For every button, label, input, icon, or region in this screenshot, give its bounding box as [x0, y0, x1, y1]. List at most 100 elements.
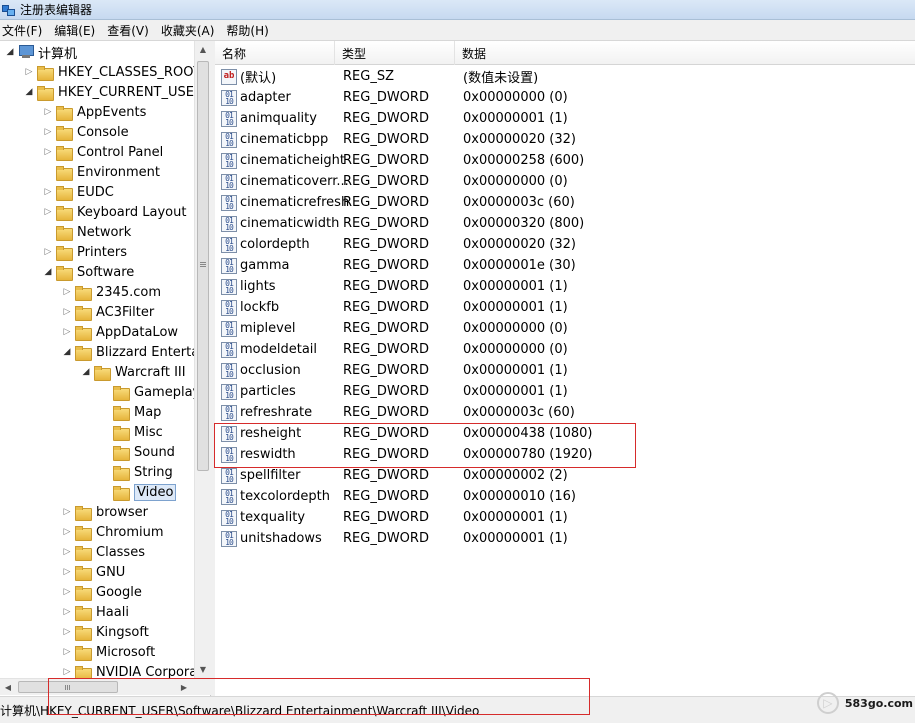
value-data: 0x00000001 (1) — [463, 111, 568, 126]
collapsed-arrow-icon[interactable]: ▷ — [61, 562, 73, 582]
value-row[interactable]: 01 10 cinematicheight REG_DWORD 0x00000258 (… — [215, 150, 915, 171]
column-type[interactable]: 类型 — [335, 41, 455, 65]
menu-file[interactable]: 文件(F) — [0, 22, 48, 39]
tree-item[interactable]: Map — [99, 402, 161, 422]
scroll-down-arrow-icon[interactable]: ▼ — [195, 661, 211, 678]
value-row[interactable]: 01 10 adapter REG_DWORD 0x00000000 (0) — [215, 87, 915, 108]
collapsed-arrow-icon[interactable]: ▷ — [61, 642, 73, 662]
tree-item[interactable]: Network — [42, 222, 131, 242]
folder-icon — [75, 325, 92, 341]
collapsed-arrow-icon[interactable]: ▷ — [42, 122, 54, 142]
tree-item[interactable]: ◢ Blizzard Entertai — [61, 342, 203, 362]
scroll-left-arrow-icon[interactable]: ◀ — [0, 679, 16, 696]
tree-item[interactable]: ▷ EUDC — [42, 182, 114, 202]
collapsed-arrow-icon[interactable]: ▷ — [23, 62, 35, 82]
tree-item[interactable]: ▷ 2345.com — [61, 282, 161, 302]
expanded-arrow-icon[interactable]: ◢ — [42, 262, 54, 282]
value-row[interactable]: 01 10 lights REG_DWORD 0x00000001 (1) — [215, 276, 915, 297]
collapsed-arrow-icon[interactable]: ▷ — [61, 322, 73, 342]
tree-item[interactable]: Sound — [99, 442, 175, 462]
tree-item[interactable]: ▷ browser — [61, 502, 148, 522]
tree-item[interactable]: ▷ Control Panel — [42, 142, 163, 162]
tree-item[interactable]: Video — [99, 482, 177, 502]
tree-vertical-scrollbar[interactable]: ▲ ▼ — [194, 41, 211, 678]
value-row[interactable]: 01 10 miplevel REG_DWORD 0x00000000 (0) — [215, 318, 915, 339]
column-name[interactable]: 名称 — [215, 41, 335, 65]
value-row[interactable]: 01 10 lockfb REG_DWORD 0x00000001 (1) — [215, 297, 915, 318]
tree-item[interactable]: ▷ Chromium — [61, 522, 164, 542]
value-row[interactable]: 01 10 cinematicrefresh REG_DWORD 0x0000003c … — [215, 192, 915, 213]
menu-edit[interactable]: 编辑(E) — [52, 22, 101, 39]
collapsed-arrow-icon[interactable]: ▷ — [61, 522, 73, 542]
value-row[interactable]: ab (默认) REG_SZ (数值未设置) — [215, 66, 915, 87]
collapsed-arrow-icon[interactable]: ▷ — [42, 142, 54, 162]
tree-item[interactable]: Gameplay — [99, 382, 200, 402]
value-row[interactable]: 01 10 texcolordepth REG_DWORD 0x00000010 (16… — [215, 486, 915, 507]
menu-favorites[interactable]: 收藏夹(A) — [159, 22, 221, 39]
tree-item[interactable]: ▷ HKEY_CLASSES_ROOT — [23, 62, 201, 82]
tree-item[interactable]: ▷ GNU — [61, 562, 125, 582]
collapsed-arrow-icon[interactable]: ▷ — [61, 502, 73, 522]
tree-item[interactable]: Environment — [42, 162, 160, 182]
tree-item[interactable]: ▷ Haali — [61, 602, 129, 622]
tree-item[interactable]: ▷ AppDataLow — [61, 322, 178, 342]
collapsed-arrow-icon[interactable]: ▷ — [61, 602, 73, 622]
collapsed-arrow-icon[interactable]: ▷ — [61, 542, 73, 562]
tree-item[interactable]: ◢ 计算机 — [4, 42, 77, 62]
tree-item[interactable]: ▷ Google — [61, 582, 142, 602]
value-row[interactable]: 01 10 occlusion REG_DWORD 0x00000001 (1) — [215, 360, 915, 381]
value-row[interactable]: 01 10 refreshrate REG_DWORD 0x0000003c (60) — [215, 402, 915, 423]
tree-item[interactable]: ▷ AC3Filter — [61, 302, 154, 322]
column-data[interactable]: 数据 — [455, 41, 915, 65]
tree-scroll-thumb[interactable] — [197, 61, 209, 471]
expanded-arrow-icon[interactable]: ◢ — [61, 342, 73, 362]
tree-item[interactable]: ▷ Kingsoft — [61, 622, 149, 642]
tree-item-label: AppDataLow — [96, 324, 179, 340]
value-row[interactable]: 01 10 gamma REG_DWORD 0x0000001e (30) — [215, 255, 915, 276]
value-list[interactable]: 名称 类型 数据 ab (默认) REG_SZ (数值未设置) 01 10 adapter R… — [215, 41, 915, 696]
value-row[interactable]: 01 10 modeldetail REG_DWORD 0x00000000 (0) — [215, 339, 915, 360]
tree-item[interactable]: Misc — [99, 422, 163, 442]
tree-item[interactable]: ▷ Classes — [61, 542, 145, 562]
collapsed-arrow-icon[interactable]: ▷ — [61, 302, 73, 322]
tree-item[interactable]: ▷ Printers — [42, 242, 127, 262]
value-row[interactable]: 01 10 texquality REG_DWORD 0x00000001 (1) — [215, 507, 915, 528]
tree-item[interactable]: ◢ Software — [42, 262, 134, 282]
collapsed-arrow-icon[interactable]: ▷ — [61, 622, 73, 642]
value-name-cell: 01 10 cinematicwidth — [221, 213, 339, 234]
value-name-cell: 01 10 animquality — [221, 108, 317, 129]
folder-icon — [113, 445, 130, 461]
collapsed-arrow-icon[interactable]: ▷ — [42, 202, 54, 222]
collapsed-arrow-icon[interactable]: ▷ — [42, 182, 54, 202]
value-row[interactable]: 01 10 colordepth REG_DWORD 0x00000020 (32) — [215, 234, 915, 255]
tree-item[interactable]: ▷ Microsoft — [61, 642, 155, 662]
value-name-cell: 01 10 lockfb — [221, 297, 279, 318]
menu-help[interactable]: 帮助(H) — [224, 22, 274, 39]
collapsed-arrow-icon[interactable]: ▷ — [42, 102, 54, 122]
tree-item[interactable]: String — [99, 462, 173, 482]
folder-icon — [75, 605, 92, 621]
value-row[interactable]: 01 10 spellfilter REG_DWORD 0x00000002 (2) — [215, 465, 915, 486]
expanded-arrow-icon[interactable]: ◢ — [80, 362, 92, 382]
menu-view[interactable]: 查看(V) — [105, 22, 155, 39]
tree-item[interactable]: ◢ Warcraft III — [80, 362, 186, 382]
scroll-up-arrow-icon[interactable]: ▲ — [195, 41, 211, 58]
tree-item[interactable]: ◢ HKEY_CURRENT_USER — [23, 82, 203, 102]
value-row[interactable]: 01 10 unitshadows REG_DWORD 0x00000001 (1) — [215, 528, 915, 549]
value-row[interactable]: 01 10 cinematicoverr... REG_DWORD 0x00000000… — [215, 171, 915, 192]
expanded-arrow-icon[interactable]: ◢ — [4, 42, 16, 62]
collapsed-arrow-icon[interactable]: ▷ — [42, 242, 54, 262]
tree-item[interactable]: ▷ Console — [42, 122, 129, 142]
collapsed-arrow-icon[interactable]: ▷ — [61, 582, 73, 602]
collapsed-arrow-icon[interactable]: ▷ — [61, 282, 73, 302]
expanded-arrow-icon[interactable]: ◢ — [23, 82, 35, 102]
tree-item[interactable]: ▷ Keyboard Layout — [42, 202, 186, 222]
value-row[interactable]: 01 10 animquality REG_DWORD 0x00000001 (1) — [215, 108, 915, 129]
tree-item[interactable]: ▷ AppEvents — [42, 102, 146, 122]
value-row[interactable]: 01 10 cinematicbpp REG_DWORD 0x00000020 (32) — [215, 129, 915, 150]
key-tree[interactable]: ◢ 计算机 ▷ HKEY_CLASSES_ROOT ◢ HKEY_CURRENT_USER… — [0, 41, 211, 696]
tree-item-label: Software — [77, 264, 135, 280]
value-row[interactable]: 01 10 particles REG_DWORD 0x00000001 (1) — [215, 381, 915, 402]
value-name: spellfilter — [240, 468, 301, 483]
value-row[interactable]: 01 10 cinematicwidth REG_DWORD 0x00000320 (8… — [215, 213, 915, 234]
